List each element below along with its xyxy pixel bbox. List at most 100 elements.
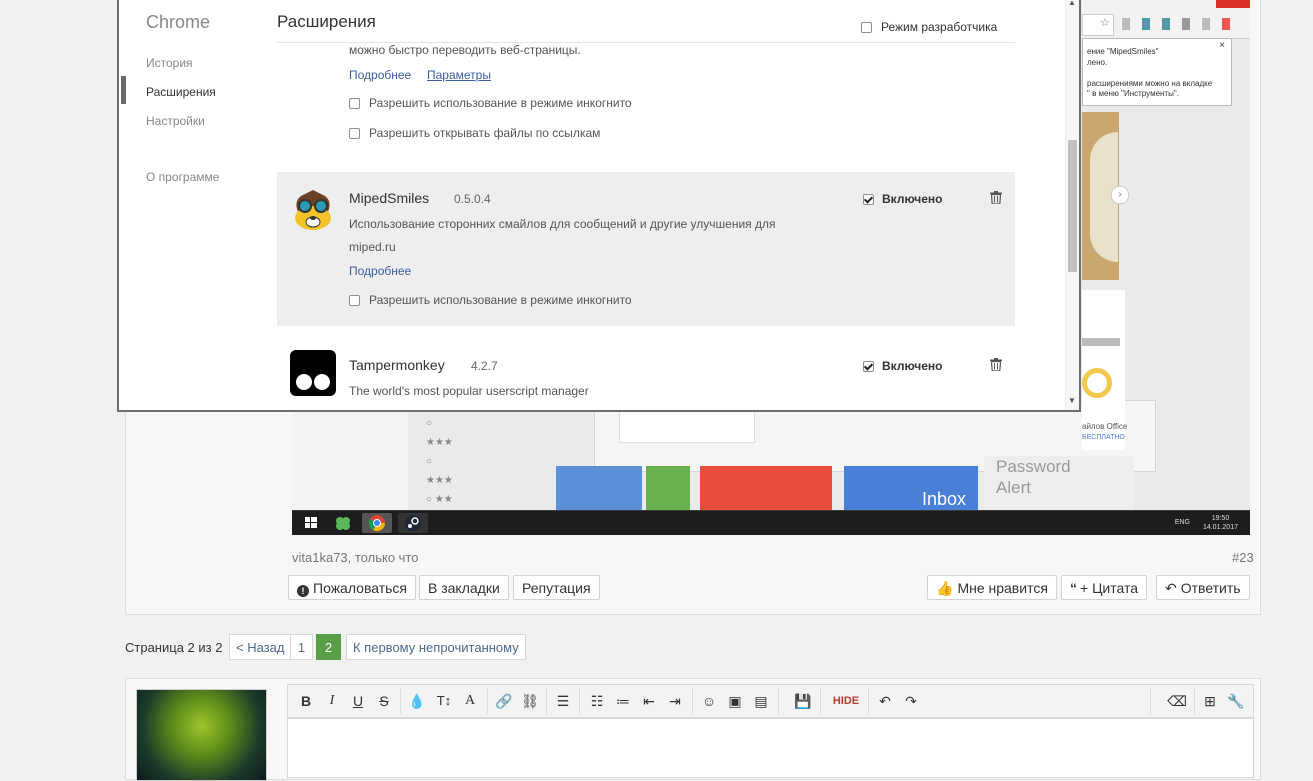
toolbar-divider bbox=[820, 688, 821, 714]
trash-icon[interactable] bbox=[990, 358, 1002, 376]
post-number[interactable]: #23 bbox=[1232, 550, 1254, 565]
post-author-time[interactable]: vita1ka73, только что bbox=[292, 550, 418, 565]
ext-desc-tampermonkey: The world's most popular userscript mana… bbox=[349, 384, 589, 398]
toolbar-divider bbox=[1150, 688, 1151, 714]
pagination-prev[interactable]: < Назад bbox=[229, 634, 292, 660]
ad-office-text: айлов Office bbox=[1082, 422, 1128, 431]
link-icon[interactable]: 🔗 bbox=[493, 690, 515, 712]
color-drop-icon[interactable]: 💧 bbox=[406, 690, 428, 712]
page-title: Расширения bbox=[277, 12, 376, 31]
nav-item-extensions[interactable]: Расширения bbox=[146, 85, 216, 99]
insert-table-icon[interactable]: ⊞ bbox=[1199, 690, 1221, 712]
developer-mode-label: Режим разработчика bbox=[881, 20, 998, 34]
incognito-checkbox[interactable] bbox=[349, 98, 360, 110]
windows-start-icon[interactable] bbox=[296, 513, 326, 533]
reply-button[interactable]: ↶ Ответить bbox=[1156, 575, 1250, 600]
scroll-up-icon[interactable]: ▲ bbox=[1068, 0, 1076, 7]
store-tile bbox=[646, 466, 690, 510]
save-draft-icon[interactable]: 💾 bbox=[792, 690, 814, 712]
redo-icon[interactable]: ↷ bbox=[900, 690, 922, 712]
ext-version-tampermonkey: 4.2.7 bbox=[471, 359, 498, 373]
bold-icon[interactable]: B bbox=[295, 690, 317, 712]
indent-icon[interactable]: ⇥ bbox=[664, 690, 686, 712]
ext-name-tampermonkey: Tampermonkey bbox=[349, 357, 445, 373]
ext-options-link[interactable]: Параметры bbox=[427, 68, 491, 82]
developer-mode-toggle[interactable]: Режим разработчика bbox=[861, 20, 997, 34]
report-button[interactable]: ! Пожаловаться bbox=[288, 575, 417, 600]
developer-mode-checkbox[interactable] bbox=[861, 22, 872, 34]
enabled-checkbox-mipedsmiles[interactable] bbox=[863, 194, 874, 206]
unlink-icon[interactable]: ⛓ bbox=[519, 690, 541, 712]
quote-icon: “ bbox=[1070, 580, 1077, 596]
italic-icon[interactable]: I bbox=[321, 690, 343, 712]
like-label: Мне нравится bbox=[957, 580, 1048, 596]
enabled-checkbox-tampermonkey[interactable] bbox=[863, 361, 874, 373]
like-button[interactable]: 👍 Мне нравится bbox=[927, 575, 1057, 600]
enabled-toggle-tampermonkey[interactable]: Включено bbox=[863, 359, 942, 373]
chrome-extensions-window: Chrome История Расширения Настройки О пр… bbox=[117, 0, 1081, 412]
enabled-label-mipedsmiles: Включено bbox=[882, 192, 943, 206]
reputation-button[interactable]: Репутация bbox=[513, 575, 600, 600]
ext-desc-mipedsmiles-2: miped.ru bbox=[349, 240, 396, 254]
system-tray: ENG 19:50 14.01.2017 bbox=[1175, 514, 1238, 532]
rating-filter: ○ ★★★ ○ ★★★ ○ ★★ bbox=[426, 418, 453, 505]
smiley-icon[interactable]: ☺ bbox=[698, 690, 720, 712]
editor-toolbar: B I U S 💧 T↕ A 🔗 ⛓ ☰ ☷ ≔ ⇤ ⇥ ☺ ▣ ▤ 💾 HID… bbox=[287, 684, 1254, 718]
eraser-icon[interactable]: ⌫ bbox=[1166, 690, 1188, 712]
quote-button[interactable]: “+ Цитата bbox=[1061, 575, 1148, 600]
font-size-icon[interactable]: T↕ bbox=[433, 690, 455, 712]
enabled-toggle-mipedsmiles[interactable]: Включено bbox=[863, 192, 942, 206]
align-icon[interactable]: ☰ bbox=[552, 690, 574, 712]
toolbar-divider bbox=[400, 688, 401, 714]
toolbar-divider bbox=[1194, 688, 1195, 714]
pagination-page-1[interactable]: 1 bbox=[290, 634, 313, 660]
outdent-icon[interactable]: ⇤ bbox=[638, 690, 660, 712]
hide-button[interactable]: HIDE bbox=[828, 690, 864, 712]
ext-details-link-mipedsmiles[interactable]: Подробнее bbox=[349, 264, 411, 278]
incognito-option-mipedsmiles[interactable]: Разрешить использование в режиме инкогни… bbox=[349, 293, 632, 307]
numbered-list-icon[interactable]: ≔ bbox=[612, 690, 634, 712]
avatar bbox=[136, 689, 267, 781]
nav-item-about[interactable]: О программе bbox=[146, 170, 219, 184]
steam-taskbar-icon[interactable] bbox=[398, 513, 428, 533]
store-tile-password: Password Alert bbox=[984, 456, 1134, 510]
reply-textarea[interactable] bbox=[287, 718, 1254, 778]
file-urls-option[interactable]: Разрешить открывать файлы по ссылкам bbox=[349, 126, 600, 140]
ext-details-link[interactable]: Подробнее bbox=[349, 68, 411, 82]
reply-icon: ↶ bbox=[1165, 580, 1177, 596]
incognito-option[interactable]: Разрешить использование в режиме инкогни… bbox=[349, 96, 632, 110]
undo-icon[interactable]: ↶ bbox=[874, 690, 896, 712]
quote-label: + Цитата bbox=[1080, 580, 1139, 596]
trash-icon[interactable] bbox=[990, 191, 1002, 209]
ad-free-text: БЕСПЛАТНО bbox=[1082, 434, 1125, 441]
bullet-list-icon[interactable]: ☷ bbox=[586, 690, 608, 712]
extension-installed-popup: ение "MipedSmiles" лено. расширениями мо… bbox=[1082, 38, 1232, 106]
clover-app-icon[interactable] bbox=[328, 513, 358, 533]
strikethrough-icon[interactable]: S bbox=[373, 690, 395, 712]
bookmark-button[interactable]: В закладки bbox=[419, 575, 509, 600]
wrench-icon[interactable]: 🔧 bbox=[1225, 690, 1247, 712]
scroll-down-icon[interactable]: ▼ bbox=[1068, 396, 1076, 405]
image-icon[interactable]: ▣ bbox=[724, 690, 746, 712]
chrome-taskbar-icon[interactable] bbox=[362, 513, 392, 533]
nav-active-indicator bbox=[121, 76, 126, 104]
bookmark-star-icon: ☆ bbox=[1100, 17, 1110, 29]
nav-item-settings[interactable]: Настройки bbox=[146, 114, 205, 128]
popup-line: ение "MipedSmiles" bbox=[1087, 47, 1159, 56]
pagination-label: Страница 2 из 2 bbox=[125, 640, 223, 655]
toolbar-divider bbox=[579, 688, 580, 714]
first-unread-link[interactable]: К первому непрочитанному bbox=[346, 634, 526, 660]
store-tile-inbox: Inbox bbox=[844, 466, 978, 510]
pagination-page-2[interactable]: 2 bbox=[316, 634, 341, 660]
bg-close-button bbox=[1216, 0, 1250, 8]
incognito-checkbox-mipedsmiles[interactable] bbox=[349, 295, 360, 307]
underline-icon[interactable]: U bbox=[347, 690, 369, 712]
file-urls-checkbox[interactable] bbox=[349, 128, 360, 140]
popup-line: " в меню "Инструменты". bbox=[1087, 89, 1179, 98]
tile-alert-line: Alert bbox=[996, 478, 1031, 497]
scrollbar-thumb[interactable] bbox=[1068, 140, 1077, 272]
reply-label: Ответить bbox=[1180, 580, 1241, 596]
nav-item-history[interactable]: История bbox=[146, 56, 193, 70]
font-family-icon[interactable]: A bbox=[459, 690, 481, 712]
media-icon[interactable]: ▤ bbox=[750, 690, 772, 712]
